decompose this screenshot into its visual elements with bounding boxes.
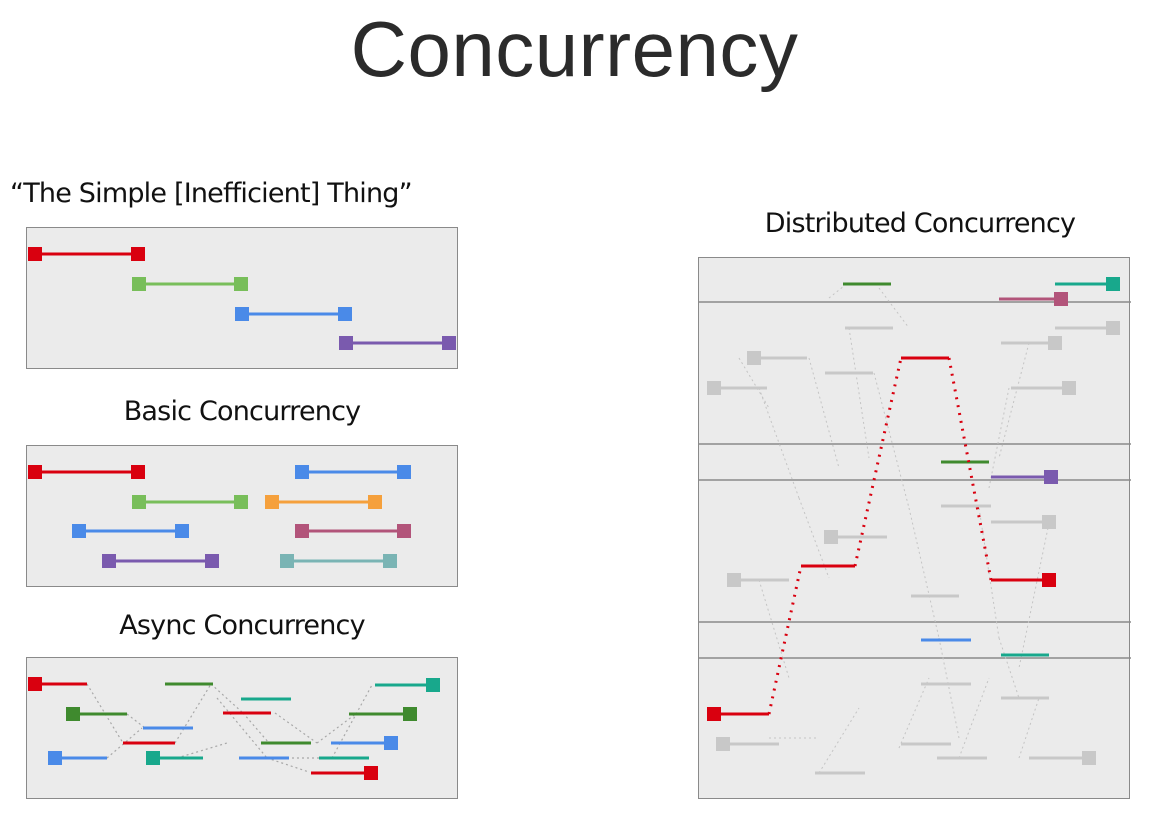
simple-task-red <box>28 247 145 261</box>
simple-task-green <box>132 277 248 291</box>
basic-task-green <box>132 495 248 509</box>
basic-task-purple <box>102 554 219 568</box>
async-teal-path <box>146 678 440 765</box>
basic-tasks <box>28 465 411 568</box>
page-title: Concurrency <box>350 5 799 93</box>
async-label: Async Concurrency <box>119 610 365 641</box>
async-panel <box>26 657 458 799</box>
basic-task-blue-2 <box>295 465 411 479</box>
simple-panel <box>26 227 458 369</box>
distributed-tasks <box>699 277 1131 775</box>
basic-task-mauve <box>295 524 411 538</box>
async-tasks <box>28 677 440 780</box>
distributed-color-tasks <box>843 277 1120 657</box>
basic-task-teal <box>280 554 397 568</box>
simple-task-blue <box>235 307 352 321</box>
distributed-gray-tasks <box>717 326 1113 775</box>
simple-tasks <box>28 247 456 350</box>
distributed-lane-dividers <box>699 301 1131 659</box>
async-red-path <box>28 677 378 780</box>
simple-label: “The Simple [Inefficient] Thing” <box>10 178 413 209</box>
basic-label: Basic Concurrency <box>123 396 361 427</box>
distributed-label: Distributed Concurrency <box>764 208 1076 239</box>
simple-task-purple <box>339 336 456 350</box>
basic-task-red <box>28 465 145 479</box>
distributed-panel <box>698 257 1131 799</box>
basic-task-blue-1 <box>72 524 189 538</box>
basic-panel <box>26 445 458 587</box>
basic-task-orange <box>265 495 382 509</box>
